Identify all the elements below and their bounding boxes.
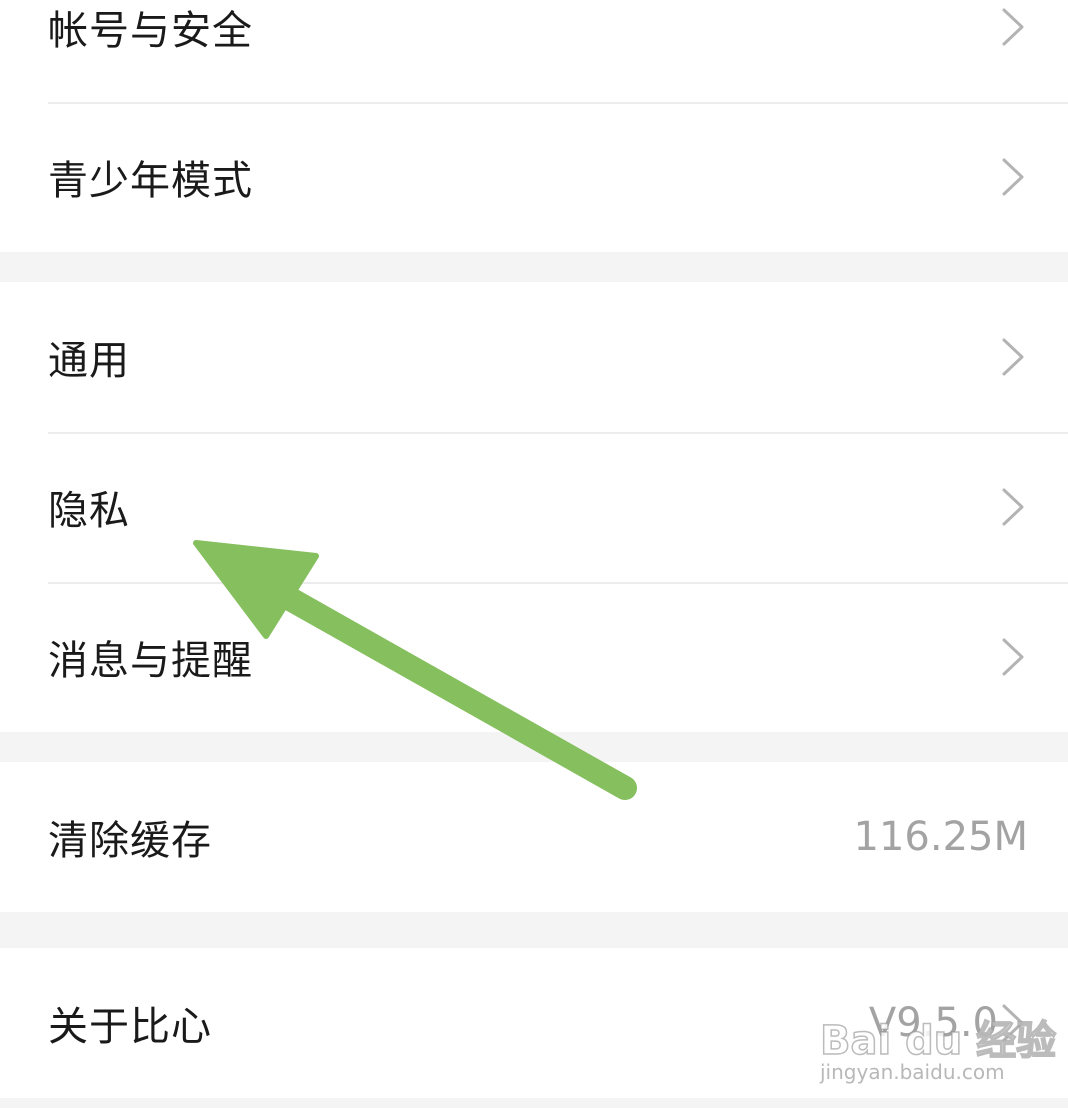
cache-size-value: 116.25M: [853, 814, 1028, 860]
settings-group-about: 关于比心 V9.5.0: [0, 948, 1068, 1098]
settings-item-about[interactable]: 关于比心 V9.5.0: [0, 948, 1068, 1098]
settings-item-label: 消息与提醒: [48, 638, 253, 684]
settings-item-account-security[interactable]: 帐号与安全: [0, 0, 1068, 102]
settings-item-label: 青少年模式: [48, 158, 253, 204]
settings-item-label: 清除缓存: [48, 818, 212, 864]
settings-item-label: 通用: [48, 338, 130, 384]
settings-group-account: 帐号与安全 青少年模式: [0, 0, 1068, 252]
chevron-right-icon: [1002, 158, 1024, 196]
chevron-right-icon: [1002, 488, 1024, 526]
settings-group-general: 通用 隐私 消息与提醒: [0, 282, 1068, 732]
settings-page: 帐号与安全 青少年模式 通用 隐私 消息与提醒 清除缓存 116.25M 关于比…: [0, 0, 1068, 1108]
settings-item-general[interactable]: 通用: [0, 282, 1068, 432]
chevron-right-icon: [1002, 638, 1024, 676]
chevron-right-icon: [1002, 338, 1024, 376]
settings-item-privacy[interactable]: 隐私: [0, 432, 1068, 582]
row-divider: [48, 432, 1068, 434]
settings-item-notifications[interactable]: 消息与提醒: [0, 582, 1068, 732]
row-divider: [48, 582, 1068, 584]
settings-item-teen-mode[interactable]: 青少年模式: [0, 102, 1068, 252]
settings-group-cache: 清除缓存 116.25M: [0, 762, 1068, 912]
row-divider: [48, 102, 1068, 104]
settings-item-label: 隐私: [48, 488, 130, 534]
settings-item-label: 关于比心: [48, 1004, 212, 1050]
app-version-value: V9.5.0: [868, 1000, 998, 1046]
settings-item-label: 帐号与安全: [48, 8, 253, 54]
chevron-right-icon: [1002, 1004, 1024, 1042]
settings-item-clear-cache[interactable]: 清除缓存 116.25M: [0, 762, 1068, 912]
chevron-right-icon: [1002, 8, 1024, 46]
